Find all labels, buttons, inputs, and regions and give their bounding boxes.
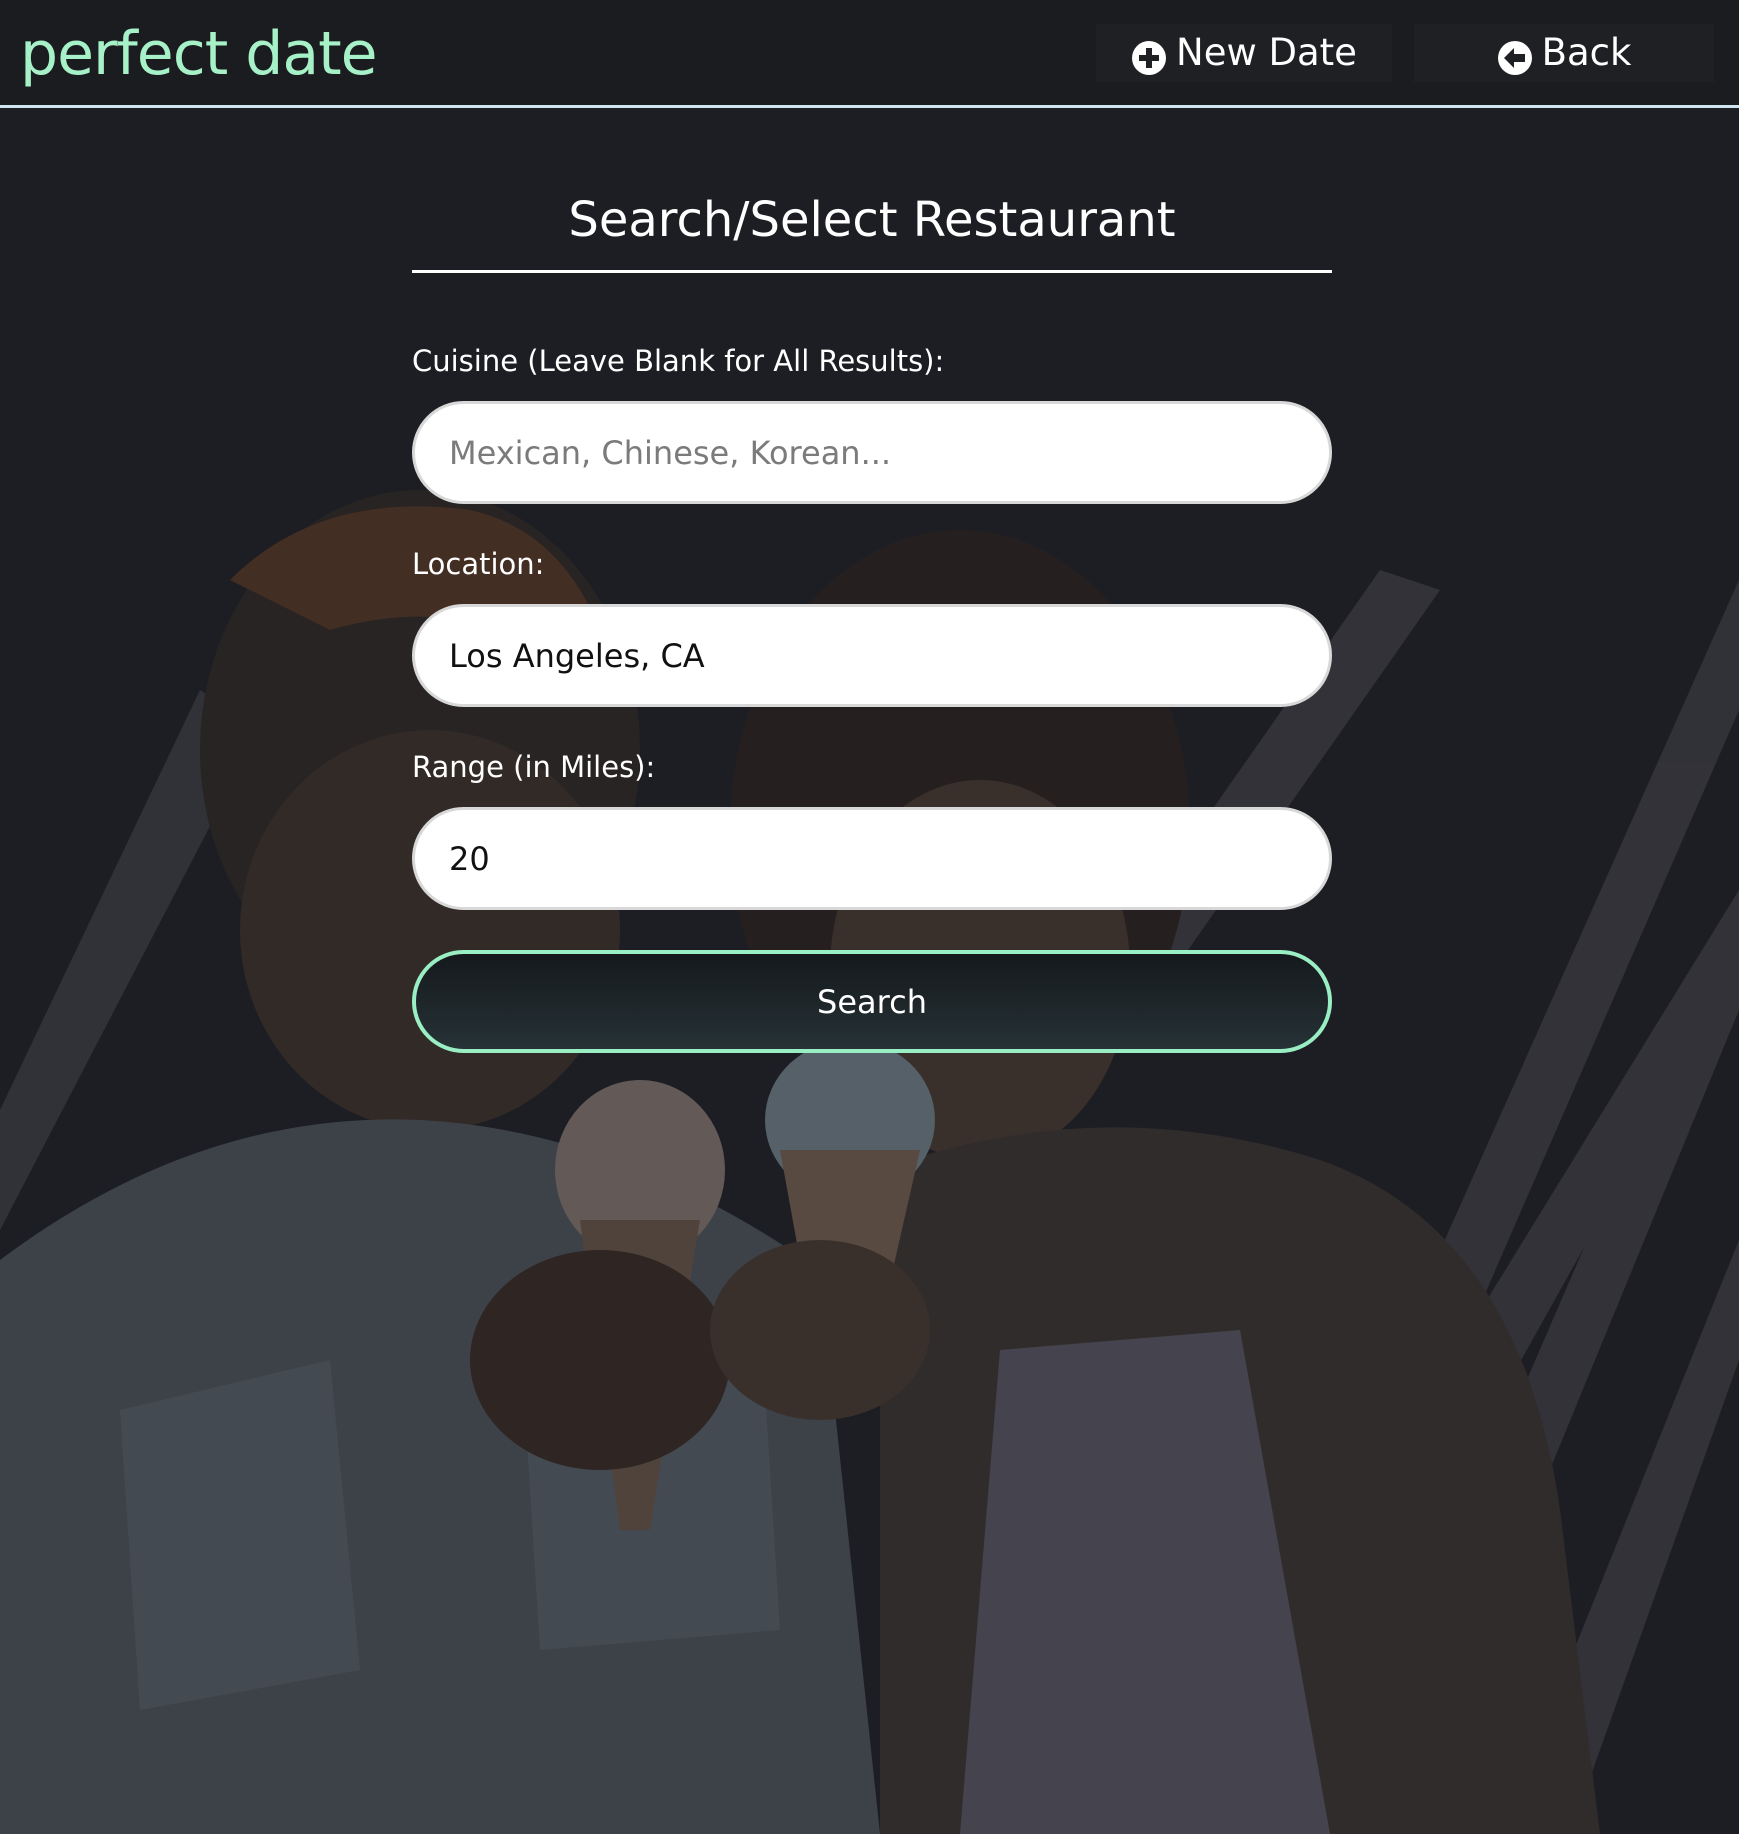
cuisine-label: Cuisine (Leave Blank for All Results): — [412, 344, 945, 378]
search-button[interactable]: Search — [412, 950, 1332, 1053]
plus-circle-icon — [1131, 35, 1167, 75]
cuisine-input[interactable] — [412, 401, 1332, 504]
arrow-left-circle-icon — [1497, 35, 1533, 75]
range-input[interactable] — [412, 807, 1332, 910]
location-input[interactable] — [412, 604, 1332, 707]
form-title: Search/Select Restaurant — [412, 160, 1332, 273]
brand-logo[interactable]: perfect date — [20, 14, 378, 94]
navbar: perfect date New Date Back — [0, 0, 1739, 108]
page: perfect date New Date Back Search/Select… — [0, 0, 1739, 1834]
back-label: Back — [1541, 31, 1632, 74]
restaurant-search-form: Search/Select Restaurant Cuisine (Leave … — [412, 160, 1332, 1053]
location-label: Location: — [412, 547, 545, 581]
new-date-label: New Date — [1176, 31, 1357, 74]
back-button[interactable]: Back — [1414, 24, 1714, 82]
new-date-button[interactable]: New Date — [1096, 24, 1392, 82]
range-label: Range (in Miles): — [412, 750, 656, 784]
